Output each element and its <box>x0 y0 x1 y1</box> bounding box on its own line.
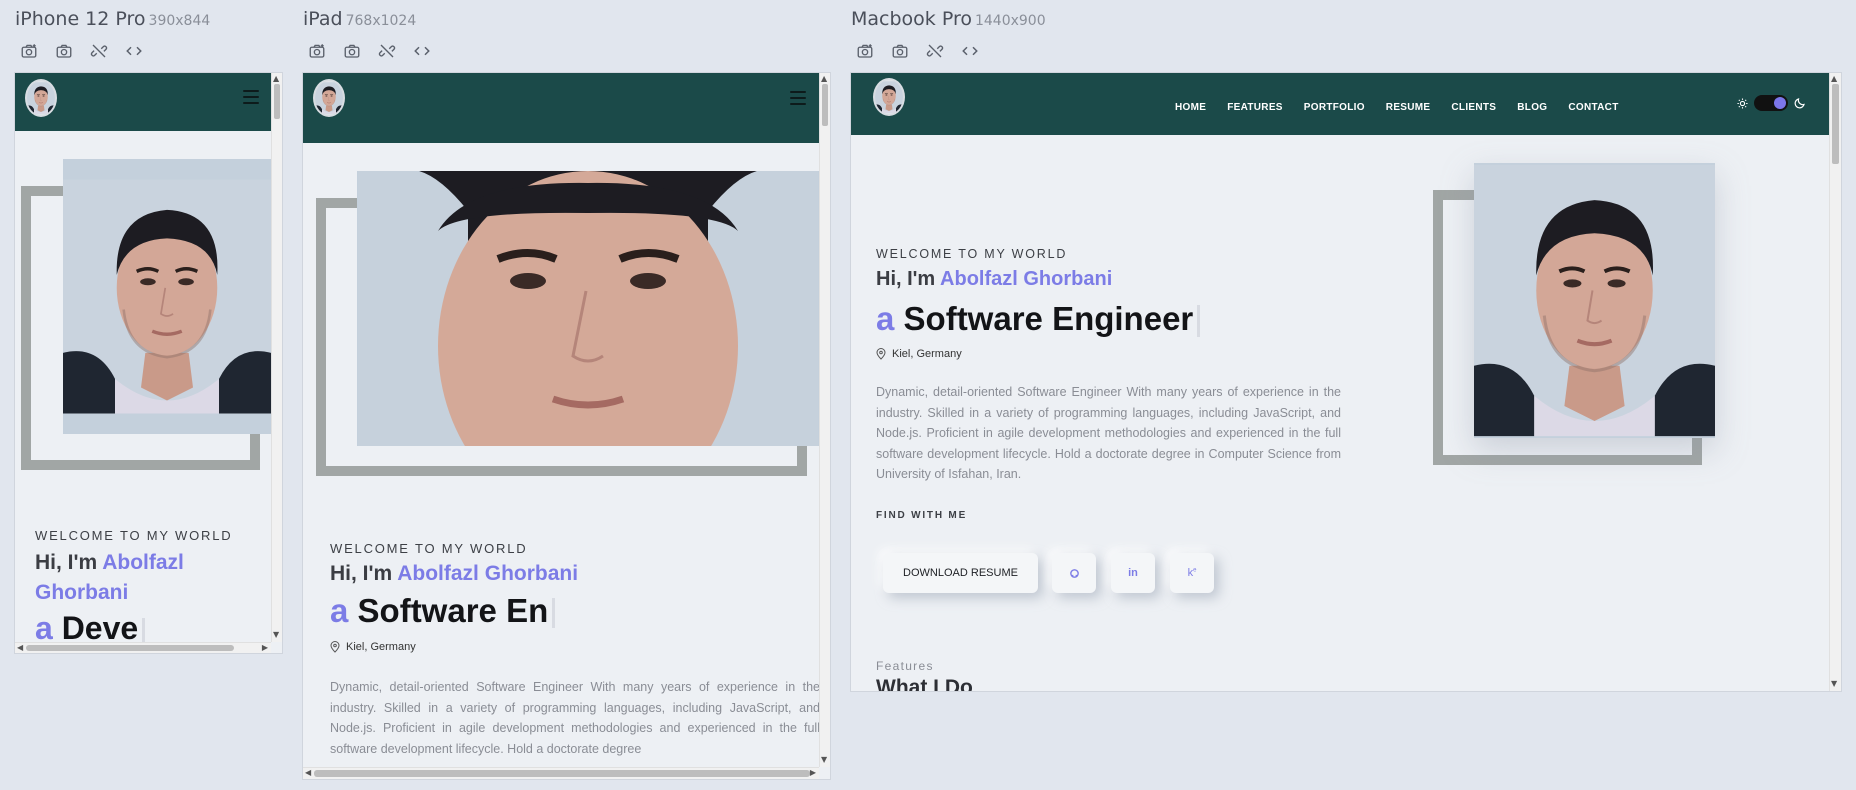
camera-icon[interactable] <box>341 40 362 61</box>
scrollbar-thumb[interactable] <box>274 84 280 119</box>
code-icon[interactable] <box>411 40 432 61</box>
nav-contact[interactable]: CONTACT <box>1568 102 1618 113</box>
nav-portfolio[interactable]: PORTFOLIO <box>1304 102 1365 113</box>
link-off-icon[interactable] <box>924 40 945 61</box>
code-icon[interactable] <box>959 40 980 61</box>
camera-icon[interactable] <box>889 40 910 61</box>
welcome-text: WELCOME TO MY WORLD <box>330 541 528 556</box>
device-ipad: iPad 768x1024 WELCOME TO MY WORLD Hi, I'm… <box>303 0 833 790</box>
navbar <box>15 73 271 131</box>
download-resume-button[interactable]: DOWNLOAD RESUME <box>883 553 1038 593</box>
ipad-frame: WELCOME TO MY WORLD Hi, I'm Abolfazl Gho… <box>303 73 830 779</box>
navbar <box>303 73 819 143</box>
device-toolbar <box>18 40 144 61</box>
macbook-viewport: HOME FEATURES PORTFOLIO RESUME CLIENTS B… <box>851 73 1830 691</box>
bio-text: Dynamic, detail-oriented Software Engine… <box>876 385 1341 481</box>
features-title: What I Do <box>876 676 973 691</box>
hamburger-menu-icon[interactable] <box>790 91 806 105</box>
github-icon <box>1069 568 1079 578</box>
link-off-icon[interactable] <box>376 40 397 61</box>
nav-home[interactable]: HOME <box>1175 102 1206 113</box>
location: Kiel, Germany <box>876 348 962 360</box>
github-button[interactable] <box>1052 553 1096 593</box>
scrollbar-thumb[interactable] <box>822 84 828 126</box>
dark-mode-switch[interactable] <box>1754 95 1788 111</box>
profile-photo <box>63 159 271 434</box>
kaggle-icon: ke <box>1187 567 1197 579</box>
device-macbook: Macbook Pro 1440x900 HOME FEATURES PORTFO… <box>851 0 1843 700</box>
bio-text: Dynamic, detail-oriented Software Engine… <box>330 680 819 756</box>
camera-icon[interactable] <box>53 40 74 61</box>
vertical-scrollbar[interactable]: ▲ ▼ <box>1829 73 1841 691</box>
nav-features[interactable]: FEATURES <box>1227 102 1283 113</box>
location-pin-icon <box>330 641 340 653</box>
greeting: Hi, I'm Abolfazl Ghorbani <box>330 562 579 585</box>
hamburger-menu-icon[interactable] <box>243 90 259 104</box>
horizontal-scrollbar[interactable]: ◀ ▶ <box>15 642 271 653</box>
linkedin-icon: in <box>1128 567 1138 579</box>
main-nav: HOME FEATURES PORTFOLIO RESUME CLIENTS B… <box>1175 102 1619 113</box>
moon-icon <box>1794 98 1805 109</box>
avatar[interactable] <box>873 78 905 116</box>
typed-role: a Deve <box>35 610 146 642</box>
avatar[interactable] <box>313 79 345 117</box>
theme-toggle <box>1737 95 1806 111</box>
device-toolbar <box>854 40 980 61</box>
sun-icon <box>1737 97 1748 109</box>
macbook-frame: HOME FEATURES PORTFOLIO RESUME CLIENTS B… <box>851 73 1841 691</box>
link-off-icon[interactable] <box>88 40 109 61</box>
features-label: Features <box>876 659 934 673</box>
navbar: HOME FEATURES PORTFOLIO RESUME CLIENTS B… <box>851 73 1830 135</box>
nav-resume[interactable]: RESUME <box>1386 102 1431 113</box>
typed-role: a Software Engineer <box>876 300 1201 338</box>
location-pin-icon <box>876 348 886 360</box>
avatar[interactable] <box>25 79 57 117</box>
location: Kiel, Germany <box>330 641 416 653</box>
device-title: iPhone 12 Pro 390x844 <box>15 8 211 30</box>
greeting: Hi, I'm Abolfazl Ghorbani <box>35 551 184 604</box>
ipad-viewport: WELCOME TO MY WORLD Hi, I'm Abolfazl Gho… <box>303 73 819 767</box>
scrollbar-thumb[interactable] <box>26 645 234 651</box>
iphone-viewport: WELCOME TO MY WORLD Hi, I'm Abolfazl Ghor… <box>15 73 271 642</box>
welcome-text: WELCOME TO MY WORLD <box>35 528 233 543</box>
find-with-me-label: FIND WITH ME <box>876 510 968 521</box>
device-toolbar <box>306 40 432 61</box>
profile-photo <box>357 171 819 446</box>
horizontal-scrollbar[interactable]: ◀ ▶ <box>303 767 819 779</box>
kaggle-button[interactable]: ke <box>1170 553 1214 593</box>
vertical-scrollbar[interactable]: ▲ ▼ <box>271 73 282 642</box>
scrollbar-thumb[interactable] <box>1832 84 1839 164</box>
camera-capture-icon[interactable] <box>854 40 875 61</box>
nav-clients[interactable]: CLIENTS <box>1451 102 1496 113</box>
profile-photo <box>1474 163 1715 438</box>
code-icon[interactable] <box>123 40 144 61</box>
device-title: iPad 768x1024 <box>303 8 417 30</box>
camera-capture-icon[interactable] <box>18 40 39 61</box>
device-iphone: iPhone 12 Pro 390x844 WELCOME TO MY WORLD… <box>15 0 285 660</box>
linkedin-button[interactable]: in <box>1111 553 1155 593</box>
nav-blog[interactable]: BLOG <box>1517 102 1547 113</box>
typed-role: a Software En <box>330 592 556 630</box>
device-title: Macbook Pro 1440x900 <box>851 8 1046 30</box>
camera-capture-icon[interactable] <box>306 40 327 61</box>
scrollbar-thumb[interactable] <box>314 770 810 777</box>
iphone-frame: WELCOME TO MY WORLD Hi, I'm Abolfazl Ghor… <box>15 73 282 653</box>
welcome-text: WELCOME TO MY WORLD <box>876 247 1068 261</box>
vertical-scrollbar[interactable]: ▲ ▼ <box>819 73 830 767</box>
greeting: Hi, I'm Abolfazl Ghorbani <box>876 268 1113 290</box>
